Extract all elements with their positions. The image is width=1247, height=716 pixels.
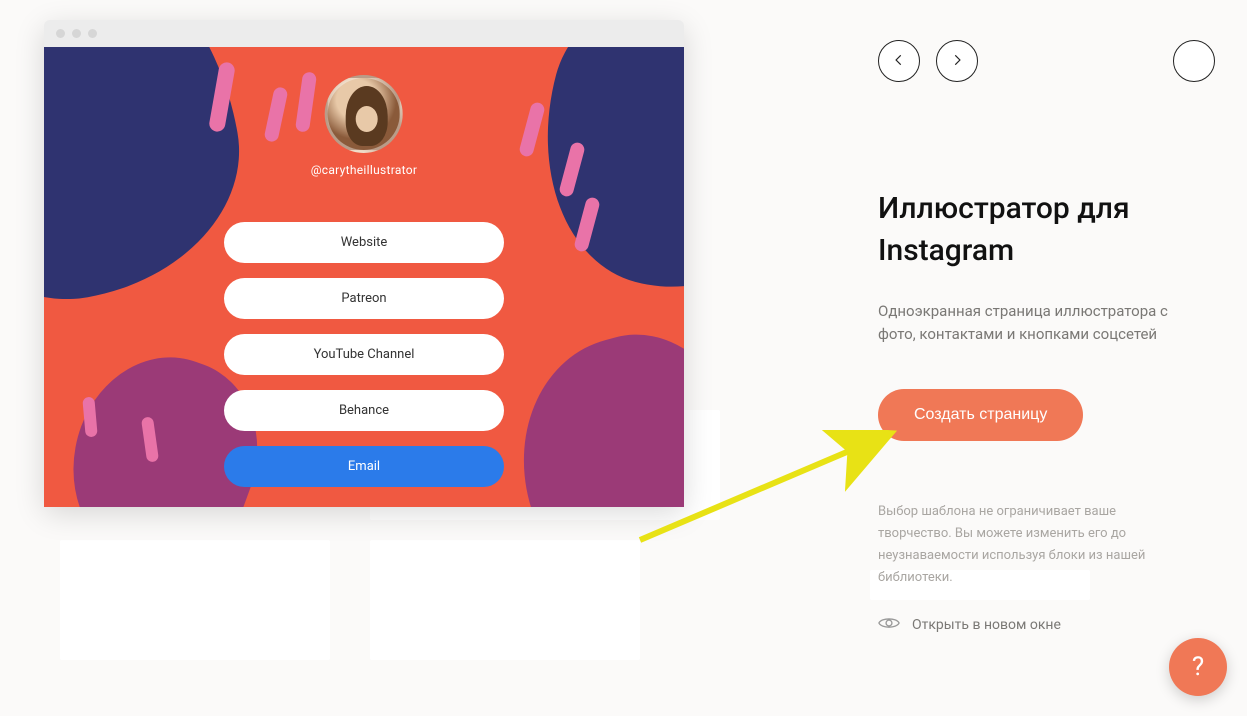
chevron-left-icon [892, 52, 906, 71]
profile-handle: @carytheillustrator [311, 163, 418, 177]
template-note: Выбор шаблона не ограничивает ваше творч… [878, 501, 1188, 589]
help-button[interactable]: ? [1169, 638, 1227, 696]
link-website[interactable]: Website [224, 222, 504, 263]
profile-block: @carytheillustrator [311, 75, 418, 177]
template-info-panel: Иллюстратор для Instagram Одноэкранная с… [878, 188, 1188, 635]
template-preview: @carytheillustrator Website Patreon YouT… [44, 47, 684, 507]
background-card [60, 540, 330, 660]
open-new-window-link[interactable]: Открыть в новом окне [878, 615, 1188, 635]
template-preview-window: @carytheillustrator Website Patreon YouT… [44, 20, 684, 505]
link-buttons: Website Patreon YouTube Channel Behance … [224, 222, 504, 487]
create-page-button[interactable]: Создать страницу [878, 389, 1083, 441]
link-email[interactable]: Email [224, 446, 504, 487]
window-dots [44, 20, 684, 47]
avatar [325, 75, 403, 153]
next-button[interactable] [936, 40, 978, 82]
template-title: Иллюстратор для Instagram [878, 188, 1188, 272]
help-icon: ? [1192, 652, 1204, 682]
background-card [370, 540, 640, 660]
eye-icon [878, 615, 900, 635]
prev-button[interactable] [878, 40, 920, 82]
link-youtube[interactable]: YouTube Channel [224, 334, 504, 375]
chevron-right-icon [950, 52, 964, 71]
open-new-window-label: Открыть в новом окне [912, 617, 1061, 633]
close-button[interactable] [1173, 40, 1215, 82]
link-patreon[interactable]: Patreon [224, 278, 504, 319]
link-behance[interactable]: Behance [224, 390, 504, 431]
template-description: Одноэкранная страница иллюстратора с фот… [878, 300, 1188, 347]
